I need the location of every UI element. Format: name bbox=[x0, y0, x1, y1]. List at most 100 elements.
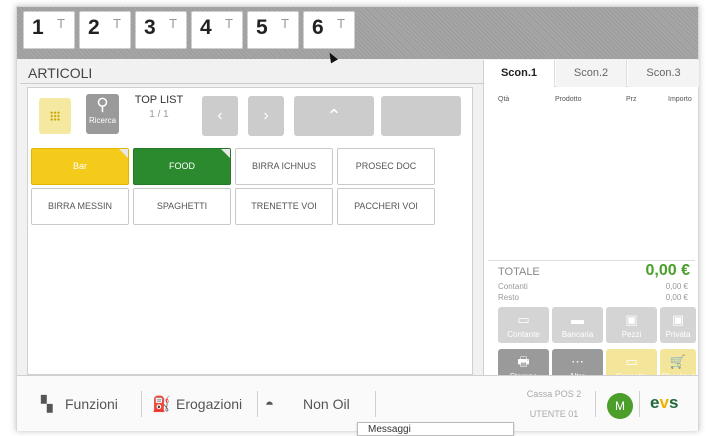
divider bbox=[141, 391, 142, 417]
top-list-page: 1 / 1 bbox=[149, 109, 169, 120]
cash-label: Contanti bbox=[498, 282, 528, 291]
article-trenette-voi[interactable]: TRENETTE VOI bbox=[235, 188, 333, 225]
tab-tag: T bbox=[281, 16, 289, 31]
till-name: Cassa POS 2 bbox=[526, 389, 582, 399]
article-birra-ichnus[interactable]: BIRRA ICHNUS bbox=[235, 148, 333, 185]
chevron-up-icon: ⌃ bbox=[326, 106, 342, 126]
grid-icon bbox=[50, 111, 60, 121]
pieces-icon: ▣ bbox=[625, 312, 638, 327]
pay-label: Pezzi bbox=[621, 330, 642, 339]
articles-box: ⚲ Ricerca TOP LIST 1 / 1 ‹ › ⌃ Bar FOOD … bbox=[27, 87, 473, 375]
articles-panel: ARTICOLI ⚲ Ricerca TOP LIST 1 / 1 ‹ › ⌃ … bbox=[20, 60, 483, 375]
tab-number: 3 bbox=[144, 16, 156, 39]
pos-window: 1T 2T 3T 4T 5T 6T ARTICOLI ⚲ Ricerca TOP… bbox=[16, 6, 699, 436]
order-tab-3[interactable]: 3T bbox=[135, 11, 187, 49]
order-tab-strip: 1T 2T 3T 4T 5T 6T bbox=[17, 7, 698, 64]
total-value: 0,00 € bbox=[645, 262, 690, 279]
tab-scon-3[interactable]: Scon.3 bbox=[628, 60, 699, 87]
article-paccheri-voi[interactable]: PACCHERI VOI bbox=[337, 188, 435, 225]
pay-cash-button[interactable]: ▭ Contante bbox=[498, 307, 549, 343]
divider bbox=[595, 391, 596, 417]
article-label: PROSEC DOC bbox=[355, 161, 417, 171]
article-label: BIRRA MESSIN bbox=[47, 201, 112, 211]
article-label: FOOD bbox=[169, 161, 195, 171]
pay-label: Contante bbox=[507, 330, 540, 339]
search-icon: ⚲ bbox=[96, 95, 109, 114]
tab-tag: T bbox=[169, 16, 177, 31]
change-value: 0,00 € bbox=[665, 293, 688, 302]
search-button[interactable]: ⚲ Ricerca bbox=[86, 94, 119, 134]
prev-page-button[interactable]: ‹ bbox=[202, 96, 238, 136]
grid-view-button[interactable] bbox=[39, 98, 71, 134]
article-label: SPAGHETTI bbox=[156, 201, 208, 211]
cart-icon: 🛒 bbox=[669, 354, 687, 369]
pay-card-button[interactable]: ▬ Bancaria bbox=[552, 307, 603, 343]
column-product: Prodotto bbox=[555, 96, 582, 103]
messages-tab[interactable]: Messaggi bbox=[357, 422, 514, 436]
top-list-title: TOP LIST bbox=[134, 94, 184, 106]
column-price: Prz bbox=[626, 96, 637, 103]
non-oil-label: Non Oil bbox=[303, 396, 350, 412]
drawer-icon: ▭ bbox=[625, 354, 638, 369]
folder-corner-icon bbox=[221, 149, 230, 158]
funzioni-button[interactable]: ▚ Funzioni bbox=[41, 376, 118, 432]
next-page-button[interactable]: › bbox=[248, 96, 284, 136]
pay-label: Bancaria bbox=[561, 330, 594, 339]
article-spaghetti[interactable]: SPAGHETTI bbox=[133, 188, 231, 225]
divider bbox=[257, 391, 258, 417]
article-bar[interactable]: Bar bbox=[31, 148, 129, 185]
order-tab-5[interactable]: 5T bbox=[247, 11, 299, 49]
column-qty: Qtà bbox=[498, 96, 510, 103]
tab-scon-2[interactable]: Scon.2 bbox=[556, 60, 627, 87]
order-tab-2[interactable]: 2T bbox=[79, 11, 131, 49]
article-label: PACCHERI VOI bbox=[354, 201, 418, 211]
till-info: Cassa POS 2 UTENTE 01 bbox=[515, 384, 593, 424]
tab-number: 6 bbox=[312, 16, 324, 39]
fuel-pump-icon: ⛽ bbox=[152, 396, 171, 413]
printer-icon: 🖶 bbox=[517, 354, 530, 369]
divider bbox=[488, 260, 695, 261]
divider bbox=[639, 391, 640, 417]
column-amount: Importo bbox=[668, 96, 692, 103]
order-tab-6[interactable]: 6T bbox=[303, 11, 355, 49]
more-dots-icon: ⋯ bbox=[571, 354, 584, 369]
banknote-icon: ▭ bbox=[517, 312, 530, 327]
article-birra-messin[interactable]: BIRRA MESSIN bbox=[31, 188, 129, 225]
up-button[interactable]: ⌃ bbox=[294, 96, 374, 136]
erogazioni-button[interactable]: ⛽ Erogazioni bbox=[152, 376, 242, 432]
private-icon: ▣ bbox=[671, 312, 685, 327]
receipt-panel: Scon.1 Scon.2 Scon.3 Qtà Prodotto Prz Im… bbox=[483, 60, 699, 385]
pay-private-button[interactable]: ▣ Privata bbox=[660, 307, 696, 343]
burger-icon: ◓ bbox=[265, 396, 275, 413]
avatar[interactable]: M bbox=[607, 393, 633, 419]
tab-tag: T bbox=[57, 16, 65, 31]
pay-pieces-button[interactable]: ▣ Pezzi bbox=[606, 307, 657, 343]
bottom-bar: ▚ Funzioni ⛽ Erogazioni ◓ Non Oil Messaggi … bbox=[17, 375, 698, 436]
card-icon: ▬ bbox=[571, 312, 584, 327]
chevron-left-icon: ‹ bbox=[217, 107, 223, 124]
folder-corner-icon bbox=[119, 149, 128, 158]
cash-value: 0,00 € bbox=[665, 282, 688, 291]
tab-tag: T bbox=[113, 16, 121, 31]
order-tab-4[interactable]: 4T bbox=[191, 11, 243, 49]
change-label: Resto bbox=[498, 293, 519, 302]
article-food[interactable]: FOOD bbox=[133, 148, 231, 185]
tab-scon-1[interactable]: Scon.1 bbox=[484, 60, 555, 87]
apps-icon: ▚ bbox=[41, 396, 53, 413]
articles-title: ARTICOLI bbox=[20, 60, 483, 84]
tab-number: 1 bbox=[32, 16, 44, 39]
tab-number: 5 bbox=[256, 16, 268, 39]
user-name: UTENTE 01 bbox=[529, 409, 579, 419]
non-oil-button[interactable]: ◓ Non Oil bbox=[265, 376, 350, 432]
discount-tabs: Scon.1 Scon.2 Scon.3 bbox=[484, 60, 699, 87]
article-label: TRENETTE VOI bbox=[251, 201, 317, 211]
article-label: BIRRA ICHNUS bbox=[251, 161, 316, 171]
tab-tag: T bbox=[225, 16, 233, 31]
order-tab-1[interactable]: 1T bbox=[23, 11, 75, 49]
divider bbox=[375, 391, 376, 417]
total-label: TOTALE bbox=[498, 266, 540, 278]
blank-nav-button[interactable] bbox=[381, 96, 461, 136]
tab-number: 4 bbox=[200, 16, 212, 39]
pay-label: Privata bbox=[665, 330, 691, 339]
article-prosec-doc[interactable]: PROSEC DOC bbox=[337, 148, 435, 185]
